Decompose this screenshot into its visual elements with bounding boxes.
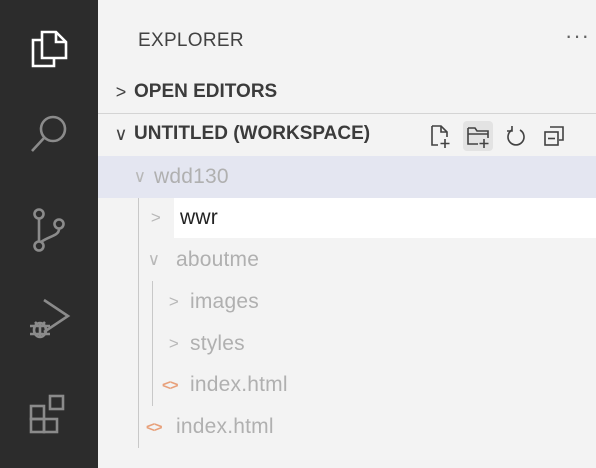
tree-folder-images[interactable]: > images: [98, 281, 596, 323]
explorer-sidebar: EXPLORER ··· > OPEN EDITORS ∨ UNTITLED (…: [98, 0, 596, 468]
workspace-actions: [425, 121, 569, 151]
files-icon[interactable]: [0, 18, 98, 78]
tree-file-aboutme-index[interactable]: <> index.html: [98, 364, 596, 406]
tree-folder-aboutme[interactable]: ∨ aboutme: [98, 239, 596, 281]
collapse-all-icon[interactable]: [539, 121, 569, 151]
activity-bar: [0, 0, 98, 468]
folder-label: images: [190, 290, 259, 313]
html-file-icon: <>: [146, 418, 163, 436]
indent-guide: [138, 198, 139, 448]
new-file-icon[interactable]: [425, 121, 455, 151]
refresh-icon[interactable]: [501, 121, 531, 151]
workspace-section[interactable]: ∨ UNTITLED (WORKSPACE): [98, 114, 428, 154]
rename-input[interactable]: wwr: [174, 198, 596, 238]
source-control-icon[interactable]: [0, 200, 98, 260]
folder-label: styles: [190, 332, 245, 355]
open-editors-section[interactable]: > OPEN EDITORS: [98, 72, 596, 112]
folder-label: aboutme: [176, 248, 260, 271]
run-debug-icon[interactable]: [0, 288, 98, 348]
file-label: index.html: [190, 373, 288, 396]
tree-folder-wdd130[interactable]: ∨ wdd130: [98, 156, 596, 198]
tree-folder-styles[interactable]: > styles: [98, 323, 596, 365]
new-folder-icon[interactable]: [463, 121, 493, 151]
html-file-icon: <>: [162, 376, 179, 394]
chevron-down-icon: ∨: [133, 167, 147, 186]
chevron-right-icon: >: [168, 292, 180, 311]
chevron-down-icon: ∨: [114, 123, 128, 144]
open-editors-label: OPEN EDITORS: [134, 81, 278, 102]
chevron-right-icon: >: [115, 81, 127, 102]
chevron-down-icon: ∨: [147, 250, 161, 269]
file-label: index.html: [176, 415, 274, 438]
explorer-title: EXPLORER: [138, 30, 244, 51]
rename-input-value: wwr: [180, 206, 218, 229]
indent-guide: [152, 281, 153, 406]
more-actions-icon[interactable]: ···: [565, 23, 590, 49]
workspace-label: UNTITLED (WORKSPACE): [134, 123, 371, 144]
folder-label: wdd130: [154, 165, 229, 188]
tree-file-root-index[interactable]: <> index.html: [98, 406, 596, 448]
tree-rename-row[interactable]: > wwr: [98, 197, 596, 239]
extensions-icon[interactable]: [0, 384, 98, 444]
chevron-right-icon: >: [168, 334, 180, 353]
search-icon[interactable]: [0, 104, 98, 164]
chevron-right-icon: >: [150, 208, 162, 227]
